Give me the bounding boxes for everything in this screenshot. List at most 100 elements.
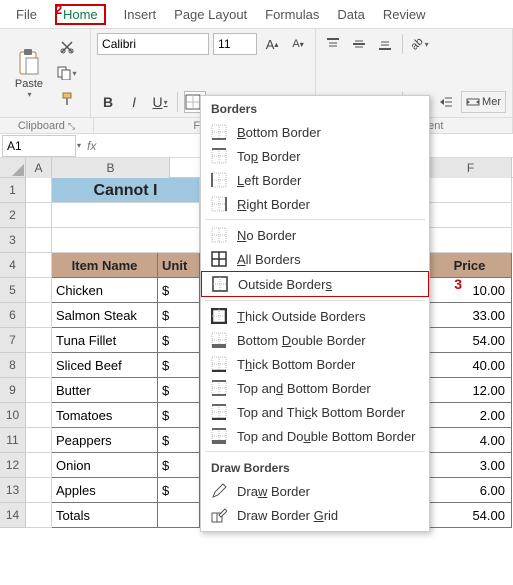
cut-button[interactable] [56, 36, 78, 58]
row-header[interactable]: 1 [0, 178, 26, 203]
align-bottom-button[interactable] [374, 33, 396, 55]
cell-item[interactable]: Salmon Steak [52, 303, 158, 328]
row-header[interactable]: 7 [0, 328, 26, 353]
cell[interactable] [52, 228, 200, 253]
cell-price[interactable]: 10.00 [430, 278, 512, 303]
cell[interactable] [26, 228, 52, 253]
col-header-b[interactable]: B [52, 158, 170, 178]
cell[interactable] [26, 403, 52, 428]
header-item[interactable]: Item Name [52, 253, 158, 278]
format-painter-button[interactable] [56, 88, 78, 110]
menu-item-all[interactable]: All Borders [201, 247, 429, 271]
tab-data[interactable]: Data [337, 7, 364, 22]
cell-item[interactable]: Apples [52, 478, 158, 503]
cell[interactable] [26, 178, 52, 203]
cell-unit[interactable]: $ [158, 453, 200, 478]
cell-unit[interactable]: $ [158, 378, 200, 403]
cell-item[interactable]: Onion [52, 453, 158, 478]
row-header[interactable]: 12 [0, 453, 26, 478]
cell-price[interactable]: 4.00 [430, 428, 512, 453]
orientation-button[interactable]: ab▾ [409, 33, 431, 55]
cell[interactable] [26, 428, 52, 453]
align-top-button[interactable] [322, 33, 344, 55]
cell-price[interactable]: 6.00 [430, 478, 512, 503]
cell-totals-value[interactable]: 54.00 [430, 503, 512, 528]
cell-unit[interactable]: $ [158, 428, 200, 453]
tab-review[interactable]: Review [383, 7, 426, 22]
col-header-a[interactable]: A [26, 158, 52, 178]
menu-item-right[interactable]: Right Border [201, 192, 429, 216]
menu-item-left[interactable]: Left Border [201, 168, 429, 192]
cell-price[interactable]: 3.00 [430, 453, 512, 478]
row-header[interactable]: 3 [0, 228, 26, 253]
align-middle-button[interactable] [348, 33, 370, 55]
increase-indent-button[interactable] [435, 91, 457, 113]
cell-price[interactable]: 12.00 [430, 378, 512, 403]
cell-unit[interactable]: $ [158, 403, 200, 428]
cell-totals-label[interactable]: Totals [52, 503, 158, 528]
row-header[interactable]: 11 [0, 428, 26, 453]
italic-button[interactable]: I [123, 91, 145, 113]
row-header[interactable]: 14 [0, 503, 26, 528]
menu-item-top-thick-bottom[interactable]: Top and Thick Bottom Border [201, 400, 429, 424]
cell-price[interactable]: 54.00 [430, 328, 512, 353]
cell-price[interactable]: 33.00 [430, 303, 512, 328]
row-header[interactable]: 6 [0, 303, 26, 328]
cell-item[interactable]: Peappers [52, 428, 158, 453]
cell-item[interactable]: Tomatoes [52, 403, 158, 428]
header-unit[interactable]: Unit P [158, 253, 200, 278]
merge-button[interactable]: Mer [461, 91, 506, 113]
menu-item-none[interactable]: No Border [201, 223, 429, 247]
tab-page-layout[interactable]: Page Layout [174, 7, 247, 22]
row-header[interactable]: 4 [0, 253, 26, 278]
tab-home[interactable]: Home [55, 4, 106, 25]
cell[interactable] [26, 478, 52, 503]
underline-button[interactable]: U▾ [149, 91, 171, 113]
col-header-f[interactable]: F [430, 158, 512, 178]
grow-font-button[interactable]: A▴ [261, 33, 283, 55]
menu-item-draw-grid[interactable]: Draw Border Grid [201, 503, 429, 527]
cell[interactable] [26, 303, 52, 328]
menu-item-draw-border[interactable]: Draw Border [201, 479, 429, 503]
cell[interactable] [26, 453, 52, 478]
name-box[interactable] [2, 135, 76, 157]
cell-price[interactable]: 40.00 [430, 353, 512, 378]
cell[interactable] [26, 503, 52, 528]
cell[interactable] [52, 203, 200, 228]
menu-item-thick-bottom[interactable]: Thick Bottom Border [201, 352, 429, 376]
copy-button[interactable]: ▾ [56, 62, 78, 84]
cell-item[interactable]: Butter [52, 378, 158, 403]
font-name-select[interactable] [97, 33, 209, 55]
row-header[interactable]: 2 [0, 203, 26, 228]
cell-item[interactable]: Sliced Beef [52, 353, 158, 378]
menu-item-outside[interactable]: Outside Borders3 [201, 271, 429, 297]
cell-unit[interactable]: $ [158, 478, 200, 503]
cell[interactable] [26, 378, 52, 403]
menu-item-top-bottom[interactable]: Top and Bottom Border [201, 376, 429, 400]
menu-item-top[interactable]: Top Border [201, 144, 429, 168]
shrink-font-button[interactable]: A▾ [287, 33, 309, 55]
cell[interactable] [26, 353, 52, 378]
font-size-select[interactable] [213, 33, 257, 55]
menu-item-top-double-bottom[interactable]: Top and Double Bottom Border [201, 424, 429, 448]
tab-insert[interactable]: Insert [124, 7, 157, 22]
title-cell[interactable]: Cannot I [52, 178, 200, 203]
row-header[interactable]: 10 [0, 403, 26, 428]
cell[interactable] [26, 253, 52, 278]
cell-unit[interactable]: $ [158, 278, 200, 303]
row-header[interactable]: 5 [0, 278, 26, 303]
paste-button[interactable]: Paste ▾ [6, 48, 52, 99]
cell[interactable] [430, 203, 512, 228]
tab-file[interactable]: File [16, 7, 37, 22]
menu-item-bottom-double[interactable]: Bottom Double Border [201, 328, 429, 352]
cell[interactable] [26, 328, 52, 353]
cell[interactable] [430, 178, 512, 203]
chevron-down-icon[interactable]: ▾ [77, 141, 81, 150]
bold-button[interactable]: B [97, 91, 119, 113]
cell[interactable] [158, 503, 200, 528]
tab-formulas[interactable]: Formulas [265, 7, 319, 22]
cell-item[interactable]: Chicken [52, 278, 158, 303]
cell-unit[interactable]: $ [158, 303, 200, 328]
header-price[interactable]: Price [430, 253, 512, 278]
cell[interactable] [430, 228, 512, 253]
